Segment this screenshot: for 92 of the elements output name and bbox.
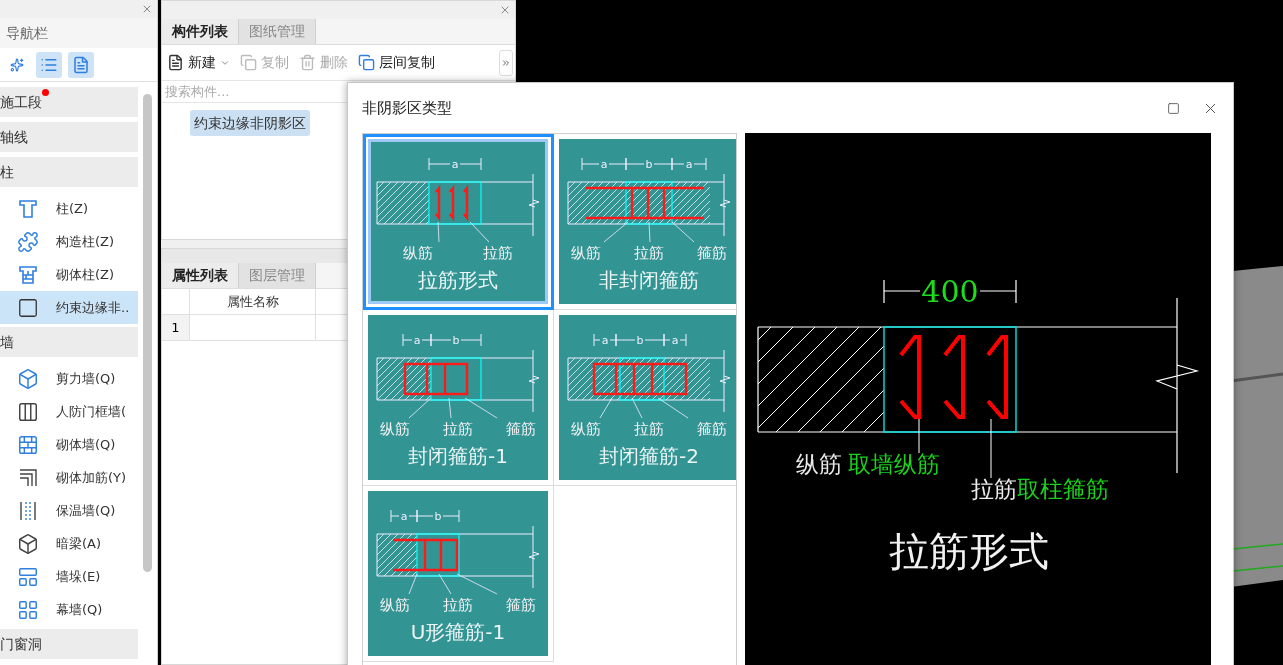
grid-icon bbox=[17, 598, 39, 621]
callout-label: 拉筋取柱箍筋 bbox=[971, 476, 1110, 502]
grid-icon bbox=[17, 565, 39, 588]
view-toggle-button[interactable] bbox=[68, 51, 94, 78]
toolbar-button[interactable]: 层间复制 bbox=[358, 52, 435, 73]
dotted-lines-icon bbox=[17, 499, 39, 522]
leader-line bbox=[469, 221, 490, 243]
rebar-label: 拉筋 bbox=[443, 596, 473, 614]
rebar-label: 箍筋 bbox=[697, 420, 727, 438]
leader-line bbox=[456, 573, 498, 595]
dimension-label: 400 bbox=[921, 274, 979, 309]
puzzle-icon bbox=[17, 230, 39, 253]
copy-icon bbox=[358, 54, 375, 71]
option-title: 非封闭箍筋 bbox=[599, 268, 699, 292]
preview-title: 拉筋形式 bbox=[889, 528, 1050, 574]
dimension-label: a bbox=[671, 334, 679, 347]
panel-title: 导航栏 bbox=[0, 18, 157, 48]
callout-label: 纵筋 取墙纵筋 bbox=[796, 451, 941, 477]
leader-line bbox=[631, 397, 643, 419]
dimension-label: a bbox=[451, 158, 459, 171]
option-title: 拉筋形式 bbox=[418, 268, 498, 292]
leader-line bbox=[599, 397, 613, 419]
maximize-icon[interactable] bbox=[1167, 101, 1180, 115]
rebar-label: 纵筋 bbox=[403, 244, 433, 262]
dimension-line bbox=[428, 157, 482, 171]
rebar-label: 箍筋 bbox=[697, 244, 727, 262]
close-icon[interactable] bbox=[499, 4, 511, 16]
option-title: U形箍筋-1 bbox=[410, 620, 506, 644]
category-header[interactable]: 施工段 bbox=[0, 87, 139, 117]
rebar-label: 纵筋 bbox=[380, 420, 410, 438]
rebar-label: 纵筋 bbox=[380, 596, 410, 614]
columns-icon bbox=[17, 400, 39, 423]
brick-wall-icon bbox=[17, 433, 39, 456]
leader-line bbox=[437, 221, 440, 243]
dimension-label: a bbox=[413, 334, 421, 347]
panel-tab[interactable]: 属性列表 bbox=[162, 263, 239, 288]
more-button[interactable] bbox=[499, 49, 513, 76]
cube-icon bbox=[17, 532, 39, 555]
leader-line bbox=[671, 221, 695, 243]
chevrons-icon bbox=[501, 57, 511, 68]
column-icon bbox=[17, 263, 39, 286]
view-toggle-button[interactable] bbox=[36, 51, 62, 78]
square-icon bbox=[17, 296, 39, 319]
leader-line bbox=[448, 397, 452, 419]
toolbar-button[interactable]: 新建 bbox=[167, 52, 230, 73]
copy-icon bbox=[240, 54, 257, 71]
dimension-label: a bbox=[601, 334, 609, 347]
new-file-icon bbox=[167, 54, 184, 71]
dimension-label: a bbox=[685, 158, 693, 171]
sidebar-item[interactable]: 约束边缘非.. bbox=[0, 291, 139, 324]
category-header[interactable]: 轴线 bbox=[0, 122, 139, 152]
trash-icon bbox=[299, 54, 316, 71]
close-icon[interactable] bbox=[141, 3, 153, 15]
leader-line bbox=[438, 573, 452, 595]
column-header: 属性名称 bbox=[190, 289, 316, 314]
option-title: 封闭箍筋-1 bbox=[408, 444, 508, 468]
category-header[interactable]: 墙 bbox=[0, 327, 139, 357]
dimension-label: a bbox=[600, 158, 608, 171]
leader-line bbox=[657, 397, 689, 419]
dimension-label: b bbox=[434, 510, 442, 523]
leader-line bbox=[648, 221, 651, 243]
dimension-label: b bbox=[452, 334, 460, 347]
row-number: 1 bbox=[162, 315, 190, 340]
column-icon bbox=[17, 197, 39, 220]
leader-line bbox=[408, 573, 418, 595]
leader-line bbox=[990, 418, 992, 479]
leader-line bbox=[918, 418, 920, 454]
category-header[interactable]: 柱 bbox=[0, 157, 139, 187]
details-icon bbox=[72, 55, 90, 74]
rebar-label: 拉筋 bbox=[634, 420, 664, 438]
rebar-label: 纵筋 bbox=[571, 244, 601, 262]
rebar-label: 拉筋 bbox=[443, 420, 473, 438]
scrollbar-thumb[interactable] bbox=[143, 94, 153, 572]
sparkle-icon bbox=[10, 57, 24, 72]
component-item[interactable]: 约束边缘非阴影区 bbox=[190, 110, 310, 136]
dimension-line bbox=[390, 509, 460, 523]
rebar-label: 拉筋 bbox=[634, 244, 664, 262]
dimension-label: b bbox=[636, 334, 644, 347]
category-header[interactable]: 门窗洞 bbox=[0, 629, 139, 659]
panel-tab[interactable]: 构件列表 bbox=[162, 19, 239, 44]
dimension-label: a bbox=[400, 510, 408, 523]
leader-line bbox=[464, 397, 498, 419]
option-title: 封闭箍筋-2 bbox=[599, 444, 699, 468]
leader-line bbox=[408, 397, 432, 419]
rebar-label: 拉筋 bbox=[483, 244, 513, 262]
rebar-label: 箍筋 bbox=[506, 596, 536, 614]
rebar-label: 纵筋 bbox=[571, 420, 601, 438]
corner-lines-icon bbox=[17, 466, 39, 489]
cube-icon bbox=[17, 367, 39, 390]
leader-line bbox=[603, 221, 629, 243]
rebar-label: 箍筋 bbox=[506, 420, 536, 438]
dimension-label: b bbox=[645, 158, 653, 171]
